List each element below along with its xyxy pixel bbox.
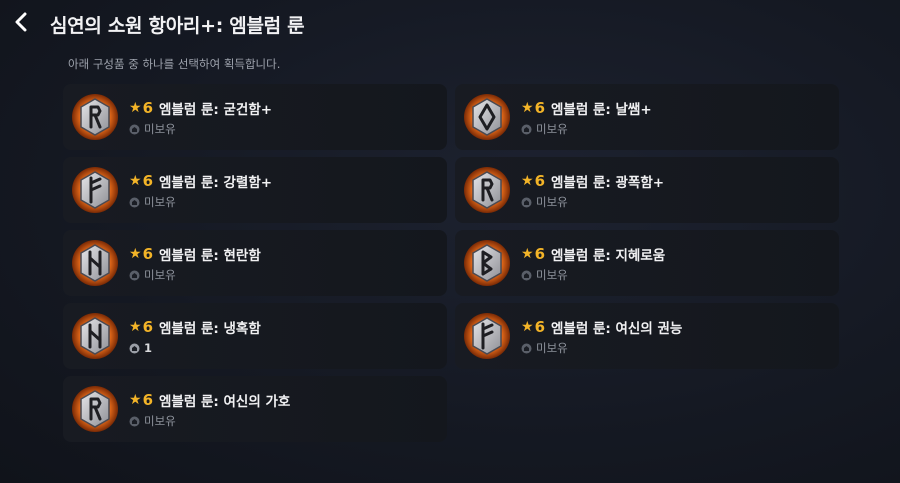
page-title: 심연의 소원 항아리+: 엠블럼 룬 [50, 15, 305, 37]
star-icon: ★ [129, 246, 142, 262]
rune-n-icon [72, 313, 118, 359]
star-icon: ★ [521, 100, 534, 116]
item-card[interactable]: ★ 6 엠블럼 룬: 지혜로움 미보유 [455, 230, 839, 296]
inventory-icon [129, 197, 140, 207]
rune-item-icon [463, 93, 511, 141]
rune-r-icon [72, 386, 118, 432]
item-grade: 6 [142, 318, 153, 336]
header: 심연의 소원 항아리+: 엠블럼 룬 [0, 0, 900, 50]
item-card[interactable]: ★ 6 엠블럼 룬: 강렬함+ 미보유 [63, 157, 447, 223]
inventory-icon [129, 124, 140, 134]
item-card[interactable]: ★ 6 엠블럼 룬: 현란함 미보유 [63, 230, 447, 296]
item-name: 엠블럼 룬: 날쌤+ [551, 102, 652, 118]
star-icon: ★ [129, 100, 142, 116]
rune-diamond-icon [464, 94, 510, 140]
item-grade: 6 [534, 99, 545, 117]
owned-status: 미보유 [144, 122, 176, 136]
rune-item-icon [71, 312, 119, 360]
inventory-icon [521, 270, 532, 280]
owned-count: 1 [144, 341, 153, 355]
owned-status: 미보유 [536, 122, 568, 136]
owned-status: 미보유 [536, 341, 568, 355]
star-icon: ★ [129, 319, 142, 335]
item-card[interactable]: ★ 6 엠블럼 룬: 광폭함+ 미보유 [455, 157, 839, 223]
owned-status: 미보유 [144, 195, 176, 209]
item-grade: 6 [142, 391, 153, 409]
rune-item-icon [463, 239, 511, 287]
item-name: 엠블럼 룬: 현란함 [159, 248, 261, 264]
rune-f-icon [72, 167, 118, 213]
item-card[interactable]: ★ 6 엠블럼 룬: 냉혹함 1 [63, 303, 447, 369]
inventory-icon [521, 124, 532, 134]
inventory-icon [129, 270, 140, 280]
star-icon: ★ [129, 173, 142, 189]
item-card[interactable]: ★ 6 엠블럼 룬: 날쌤+ 미보유 [455, 84, 839, 150]
rune-r-icon [72, 94, 118, 140]
item-grade: 6 [142, 172, 153, 190]
item-grade: 6 [142, 99, 153, 117]
star-icon: ★ [521, 173, 534, 189]
item-name: 엠블럼 룬: 여신의 가호 [159, 394, 291, 410]
inventory-icon [129, 343, 140, 353]
star-icon: ★ [521, 246, 534, 262]
item-name: 엠블럼 룬: 굳건함+ [159, 102, 273, 118]
owned-status: 미보유 [144, 268, 176, 282]
rune-f-icon [464, 313, 510, 359]
rune-item-icon [463, 312, 511, 360]
item-card[interactable]: ★ 6 엠블럼 룬: 여신의 권능 미보유 [455, 303, 839, 369]
inventory-icon [129, 416, 140, 426]
inventory-icon [521, 197, 532, 207]
item-grade: 6 [142, 245, 153, 263]
rune-b-icon [464, 240, 510, 286]
rune-item-icon [71, 385, 119, 433]
item-grade: 6 [534, 318, 545, 336]
rune-item-icon [71, 166, 119, 214]
item-name: 엠블럼 룬: 지혜로움 [551, 248, 666, 264]
item-grade: 6 [534, 245, 545, 263]
rune-r-icon [464, 167, 510, 213]
inventory-icon [521, 343, 532, 353]
item-name: 엠블럼 룬: 여신의 권능 [551, 321, 683, 337]
item-card[interactable]: ★ 6 엠블럼 룬: 여신의 가호 미보유 [63, 376, 447, 442]
rune-item-icon [463, 166, 511, 214]
item-name: 엠블럼 룬: 강렬함+ [159, 175, 273, 191]
rune-item-icon [71, 239, 119, 287]
back-button[interactable] [8, 9, 34, 35]
rune-n-icon [72, 240, 118, 286]
item-name: 엠블럼 룬: 광폭함+ [551, 175, 665, 191]
rune-item-icon [71, 93, 119, 141]
owned-status: 미보유 [536, 195, 568, 209]
owned-status: 미보유 [536, 268, 568, 282]
page-subtitle: 아래 구성품 중 하나를 선택하여 획득합니다. [68, 57, 281, 71]
item-grade: 6 [534, 172, 545, 190]
chevron-left-icon [15, 12, 27, 32]
item-name: 엠블럼 룬: 냉혹함 [159, 321, 261, 337]
star-icon: ★ [129, 392, 142, 408]
star-icon: ★ [521, 319, 534, 335]
owned-status: 미보유 [144, 414, 176, 428]
item-card[interactable]: ★ 6 엠블럼 룬: 굳건함+ 미보유 [63, 84, 447, 150]
